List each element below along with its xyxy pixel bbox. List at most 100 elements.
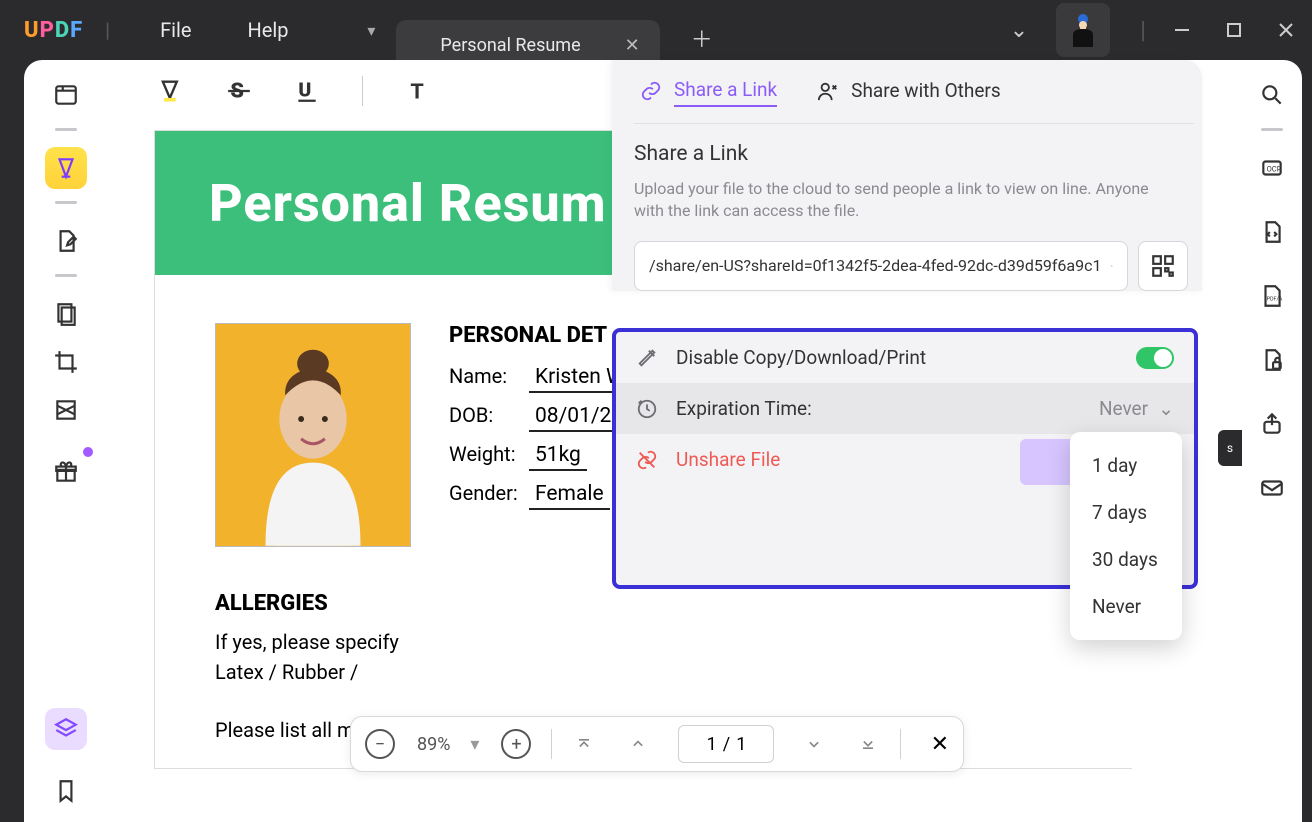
left-sidebar [24,60,108,822]
email-button[interactable] [1251,467,1293,509]
tab-share-link[interactable]: Share a Link [640,78,777,109]
redact-button[interactable] [45,389,87,431]
share-tabs: Share a Link Share with Others [634,78,1194,124]
pdfa-button[interactable]: PDF/A [1251,275,1293,317]
last-page-button[interactable] [856,732,880,756]
updf-logo: UPDF [24,18,83,43]
tab-title: Personal Resume [440,35,580,56]
qr-code-button[interactable] [1138,241,1188,291]
comment-tool-button[interactable] [45,147,87,189]
expiration-row[interactable]: Expiration Time: Never ⌄ [616,383,1194,434]
gift-button[interactable] [45,451,87,493]
page-layers-button[interactable] [45,708,87,750]
share-link-value: /share/en-US?shareId=0f1342f5-2dea-4fed-… [649,256,1101,275]
weight-value: 51kg [529,443,587,471]
share-description: Upload your file to the cloud to send pe… [634,178,1188,223]
disable-copy-label: Disable Copy/Download/Print [676,346,926,369]
menu-help[interactable]: Help [247,18,288,42]
svg-text:T: T [410,80,423,104]
expiration-value: Never [1099,397,1148,420]
sidebar-separator [55,128,77,131]
current-page: 1 [707,734,717,755]
protect-button[interactable] [1251,339,1293,381]
search-button[interactable] [1251,74,1293,116]
zoom-value: 89% [417,734,450,755]
new-tab-button[interactable]: ＋ [680,16,724,60]
right-sidebar: OCR PDF/A [1242,60,1302,822]
page-number-input[interactable]: 1 / 1 [678,725,774,763]
close-window-button[interactable] [1260,4,1312,56]
sidebar-separator [1261,128,1283,131]
expiration-label: Expiration Time: [676,397,812,420]
clock-icon [636,398,662,420]
logo-separator: | [105,18,110,42]
toolbar-separator [362,76,363,106]
tab-list-dropdown[interactable]: ▾ [346,0,396,60]
close-tab-icon[interactable]: ✕ [625,35,640,56]
prev-page-button[interactable] [626,732,650,756]
weight-label: Weight: [449,442,519,466]
name-label: Name: [449,364,519,388]
convert-button[interactable] [1251,211,1293,253]
first-page-button[interactable] [572,732,596,756]
share-heading: Share a Link [634,142,1188,166]
profile-photo [215,323,411,547]
details-heading: PERSONAL DET [449,323,631,348]
maximize-button[interactable] [1208,4,1260,56]
highlight-tool[interactable] [154,74,188,108]
svg-text:PDF/A: PDF/A [1267,296,1283,302]
total-pages: 1 [736,734,746,755]
share-panel: Share a Link Share with Others Share a L… [612,60,1202,291]
edit-pdf-button[interactable] [45,220,87,262]
allergies-heading: ALLERGIES [215,591,1093,616]
svg-text:OCR: OCR [1267,164,1282,173]
account-dropdown-icon[interactable]: ⌄ [1010,18,1028,43]
svg-text:U: U [298,78,311,101]
sidebar-separator [55,201,77,204]
sidebar-separator [55,274,77,277]
allergies-question: If yes, please specify [215,630,1093,654]
copy-icon[interactable] [1111,256,1113,276]
expiration-option-7days[interactable]: 7 days [1070,489,1182,536]
restrict-icon [636,347,662,369]
underline-tool[interactable]: U [290,74,324,108]
expiration-dropdown: 1 day 7 days 30 days Never [1070,432,1182,640]
chevron-down-icon: ▾ [470,734,479,755]
expiration-option-1day[interactable]: 1 day [1070,442,1182,489]
menu-file[interactable]: File [160,18,191,42]
dob-label: DOB: [449,403,519,427]
next-page-button[interactable] [802,732,826,756]
organize-pages-button[interactable] [45,293,87,335]
reader-mode-button[interactable] [45,74,87,116]
share-others-label: Share with Others [851,79,1001,102]
tab-share-others[interactable]: Share with Others [817,79,1001,108]
chevron-down-icon: ⌄ [1158,397,1174,420]
zoom-in-button[interactable]: + [501,729,531,759]
minimize-button[interactable] [1156,4,1208,56]
share-link-label: Share a Link [674,78,777,107]
annotation-toolbar: S U T [154,74,435,108]
disable-copy-row: Disable Copy/Download/Print [616,332,1194,383]
strikethrough-tool[interactable]: S [222,74,256,108]
expiration-option-never[interactable]: Never [1070,583,1182,630]
unshare-label: Unshare File [676,448,780,471]
close-controls-button[interactable]: ✕ [931,732,949,757]
crop-pages-button[interactable] [45,341,87,383]
controls-separator [900,729,901,759]
user-avatar[interactable] [1056,3,1110,57]
banner-title: Personal Resum [209,173,607,234]
text-tool[interactable]: T [401,74,435,108]
ocr-button[interactable]: OCR [1251,147,1293,189]
share-button[interactable] [1251,403,1293,445]
bookmark-button[interactable] [45,770,87,812]
zoom-select[interactable]: 89% ▾ [417,734,479,755]
zoom-out-button[interactable]: − [365,729,395,759]
allergies-list: Latex / Rubber / [215,660,1093,684]
disable-copy-toggle[interactable] [1136,347,1174,369]
share-link-input[interactable]: /share/en-US?shareId=0f1342f5-2dea-4fed-… [634,241,1128,291]
page-controls: − 89% ▾ + 1 / 1 ✕ [350,716,964,772]
controls-separator [551,729,552,759]
share-tooltip: s [1218,430,1242,466]
expiration-option-30days[interactable]: 30 days [1070,536,1182,583]
gender-label: Gender: [449,481,519,505]
